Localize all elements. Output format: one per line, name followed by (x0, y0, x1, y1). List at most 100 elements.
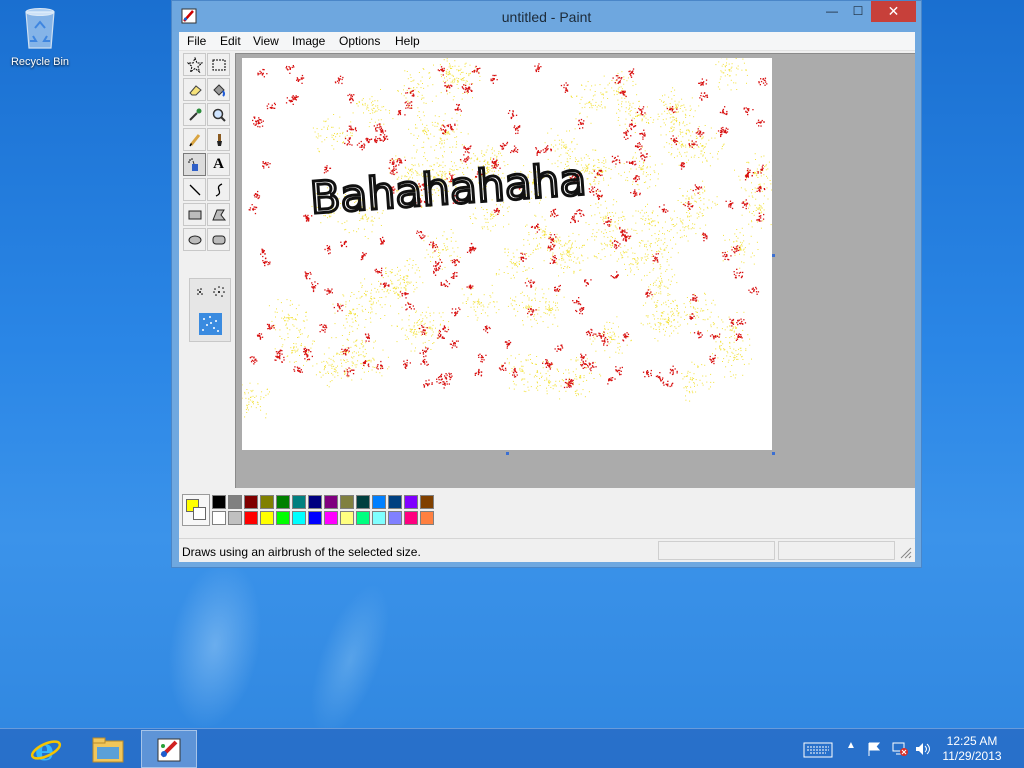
network-disconnected-icon[interactable] (891, 741, 909, 757)
tool-magnifier[interactable] (207, 103, 230, 126)
tool-airbrush[interactable] (183, 153, 206, 176)
file-explorer-icon (92, 737, 124, 763)
resize-handle-right[interactable] (772, 254, 775, 257)
palette-swatch[interactable] (324, 511, 338, 525)
palette-swatch[interactable] (420, 511, 434, 525)
tool-line[interactable] (183, 178, 206, 201)
close-button[interactable]: ✕ (871, 1, 916, 22)
canvas-workspace[interactable]: Bahahahaha (235, 53, 915, 488)
line-icon (189, 184, 200, 195)
palette-swatch[interactable] (372, 511, 386, 525)
palette-swatch[interactable] (356, 495, 370, 509)
resize-handle-bottom[interactable] (506, 452, 509, 455)
palette-swatch[interactable] (212, 495, 226, 509)
clock-date: 11/29/2013 (942, 749, 1002, 763)
palette-swatch[interactable] (404, 511, 418, 525)
palette-swatch[interactable] (260, 511, 274, 525)
menu-edit[interactable]: Edit (220, 34, 241, 48)
status-text: Draws using an airbrush of the selected … (182, 545, 421, 559)
rounded-rect-icon (212, 235, 225, 244)
palette-swatch[interactable] (276, 511, 290, 525)
palette-swatch[interactable] (276, 495, 290, 509)
recycle-bin-label: Recycle Bin (10, 56, 70, 68)
palette-swatch[interactable] (308, 495, 322, 509)
palette-swatch[interactable] (388, 511, 402, 525)
wallpaper-light-streak (294, 574, 406, 746)
palette-swatch[interactable] (260, 495, 274, 509)
eyedropper-icon (188, 108, 201, 121)
curve-icon (215, 182, 222, 197)
drawing-canvas[interactable]: Bahahahaha (242, 58, 772, 450)
menu-help[interactable]: Help (395, 34, 420, 48)
desktop-icon-recycle-bin[interactable]: Recycle Bin (4, 6, 76, 68)
palette-swatch[interactable] (324, 495, 338, 509)
palette-swatch[interactable] (340, 511, 354, 525)
status-pane-size (778, 541, 895, 560)
show-hidden-icons-chevron-up-icon[interactable]: ▲ (846, 740, 856, 751)
tool-fill[interactable] (207, 78, 230, 101)
action-center-flag-icon[interactable] (866, 741, 882, 757)
tool-polygon[interactable] (207, 203, 230, 226)
tool-curve[interactable] (207, 178, 230, 201)
pencil-icon (188, 133, 200, 146)
palette-swatch[interactable] (340, 495, 354, 509)
tool-pick-color[interactable] (183, 103, 206, 126)
paint-bucket-icon (212, 83, 225, 97)
palette-swatch[interactable] (356, 511, 370, 525)
touch-keyboard-icon[interactable] (803, 742, 833, 758)
taskbar-file-explorer[interactable] (80, 730, 136, 768)
palette-swatch[interactable] (308, 511, 322, 525)
wallpaper-light-streak (155, 553, 275, 737)
minimize-button[interactable]: — (819, 1, 845, 22)
resize-handle-corner[interactable] (772, 452, 775, 455)
airbrush-size-medium[interactable] (213, 286, 225, 297)
menu-view[interactable]: View (253, 34, 279, 48)
tool-rectangle[interactable] (183, 203, 206, 226)
airbrush-size-small[interactable] (197, 288, 203, 295)
rectangle-icon (188, 210, 201, 219)
palette-swatch[interactable] (228, 511, 242, 525)
taskbar-internet-explorer[interactable]: e (18, 730, 74, 768)
palette-swatch[interactable] (228, 495, 242, 509)
airbrush-icon (187, 157, 198, 171)
palette-swatch[interactable] (292, 511, 306, 525)
paint-window: untitled - Paint — ☐ ✕ File Edit View Im… (171, 0, 922, 568)
menu-bar: File Edit View Image Options Help (179, 32, 915, 51)
airbrush-size-options (189, 278, 231, 342)
recycle-bin-icon (22, 6, 58, 50)
maximize-button[interactable]: ☐ (845, 1, 871, 22)
taskbar-paint[interactable] (141, 730, 197, 768)
status-bar: Draws using an airbrush of the selected … (179, 538, 915, 562)
palette-swatch[interactable] (388, 495, 402, 509)
tool-pencil[interactable] (183, 128, 206, 151)
toolbox: A (183, 53, 231, 342)
tool-select[interactable] (207, 53, 230, 76)
tool-text[interactable]: A (207, 153, 230, 176)
rect-select-icon (212, 59, 225, 70)
palette-swatch[interactable] (244, 511, 258, 525)
tool-ellipse[interactable] (183, 228, 206, 251)
polygon-icon (211, 209, 226, 220)
tool-free-form-select[interactable] (183, 53, 206, 76)
palette-swatch[interactable] (420, 495, 434, 509)
palette-swatch[interactable] (292, 495, 306, 509)
title-bar[interactable]: untitled - Paint — ☐ ✕ (172, 1, 921, 32)
menu-file[interactable]: File (187, 34, 206, 48)
volume-icon[interactable] (914, 741, 932, 757)
palette-swatch[interactable] (372, 495, 386, 509)
palette-swatch[interactable] (212, 511, 226, 525)
size-grip-icon[interactable] (900, 547, 912, 559)
window-client-area: File Edit View Image Options Help A Baha… (179, 32, 915, 562)
taskbar: e ▲ 12:25 AM 11/29/2013 (0, 728, 1024, 768)
palette-swatch[interactable] (404, 495, 418, 509)
text-icon: A (213, 156, 224, 172)
menu-image[interactable]: Image (292, 34, 325, 48)
tool-eraser[interactable] (183, 78, 206, 101)
menu-options[interactable]: Options (339, 34, 380, 48)
tool-brush[interactable] (207, 128, 230, 151)
palette-swatch[interactable] (244, 495, 258, 509)
status-pane-position (658, 541, 775, 560)
tool-rounded-rectangle[interactable] (207, 228, 230, 251)
brush-icon (216, 133, 222, 146)
system-clock[interactable]: 12:25 AM 11/29/2013 (936, 734, 1008, 764)
